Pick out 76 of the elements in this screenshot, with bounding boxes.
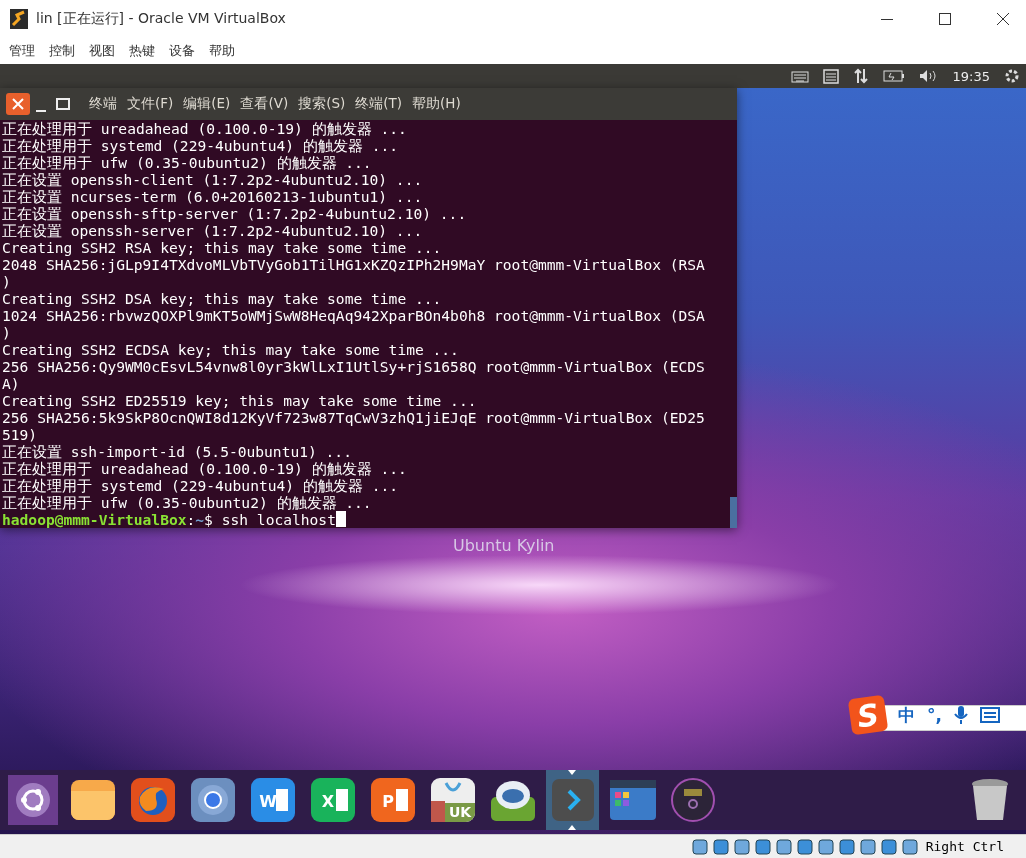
menu-item[interactable]: 搜索(S) xyxy=(293,95,351,113)
volume-icon[interactable] xyxy=(918,69,939,83)
close-icon xyxy=(997,13,1009,25)
ime-punctuation[interactable]: °, xyxy=(927,705,942,725)
keyboard-icon[interactable] xyxy=(979,707,1000,723)
menu-item[interactable]: 视图 xyxy=(82,42,122,60)
terminal-line: 正在设置 openssh-server (1:7.2p2-4ubuntu2.10) ... xyxy=(2,222,424,239)
menu-item[interactable]: 编辑(E) xyxy=(178,95,236,113)
terminal-line: 正在处理用于 ureadahead (0.100.0-19) 的触发器 ... xyxy=(2,120,408,137)
terminal-line: 正在设置 ssh-import-id (5.5-0ubuntu1) ... xyxy=(2,443,353,460)
disc-icon xyxy=(669,777,716,823)
terminal-line: Creating SSH2 ECDSA key; this may take some time ... xyxy=(2,341,460,358)
scrollbar-thumb[interactable] xyxy=(730,497,737,528)
terminal-line: 正在设置 openssh-client (1:7.2p2-4ubuntu2.10) ... xyxy=(2,171,424,188)
menu-item[interactable]: 设备 xyxy=(162,42,202,60)
ubuntu-logo-icon xyxy=(7,775,58,825)
terminal-line: 正在设置 ncurses-term (6.0+20160213-1ubuntu1) ... xyxy=(2,188,424,205)
clock[interactable]: 19:35 xyxy=(952,68,990,84)
menu-item[interactable]: 热键 xyxy=(122,42,162,60)
maximize-icon xyxy=(939,13,951,25)
terminal-line: Creating SSH2 RSA key; this may take some time ... xyxy=(2,239,443,256)
window-title: lin [正在运行] - Oracle VM VirtualBox xyxy=(36,10,287,28)
terminal-line: 1024 SHA256:rbvwzQOXPl9mKT5oWMjSwW8HeqAq942XparBOn4b0h8 root@mmm-VirtualBox (DSA xyxy=(2,307,706,324)
terminal-line: 正在处理用于 systemd (229-4ubuntu4) 的触发器 ... xyxy=(2,137,399,154)
prompt-separator: : xyxy=(186,511,196,528)
close-button[interactable] xyxy=(6,93,30,115)
calendar-icon[interactable] xyxy=(822,68,839,84)
prompt-user-host: hadoop@mmm-VirtualBox xyxy=(2,511,187,528)
maximize-icon xyxy=(56,98,70,110)
minimize-icon xyxy=(881,18,893,20)
trash-icon[interactable] xyxy=(970,778,1010,822)
menu-item[interactable]: 管理 xyxy=(2,42,42,60)
terminal-line: 256 SHA256:5k9SkP8OcnQWI8d12KyVf723w87TqCwV3zhQ1jiEJqE root@mmm-VirtualBox (ED25 xyxy=(2,409,706,426)
terminal-app-icon xyxy=(550,778,595,822)
menu-item[interactable]: 终端(T) xyxy=(350,95,408,113)
app-name: 终端 xyxy=(88,95,118,113)
document-app-icon: W xyxy=(249,777,296,823)
slides-app-icon: P xyxy=(369,777,416,823)
microphone-icon[interactable] xyxy=(953,705,968,725)
browser-icon xyxy=(189,777,236,823)
keyboard-icon[interactable] xyxy=(790,69,809,83)
shopping-bag-icon: UK xyxy=(429,777,476,823)
command-text: ssh localhost xyxy=(220,511,336,528)
menu-item[interactable]: 帮助(H) xyxy=(407,95,466,113)
virtualbox-logo-icon xyxy=(10,9,28,29)
menu-item[interactable]: 控制 xyxy=(42,42,82,60)
close-icon xyxy=(12,98,24,110)
menu-item[interactable]: 帮助 xyxy=(202,42,242,60)
spreadsheet-app-icon: X xyxy=(309,777,356,823)
battery-icon[interactable] xyxy=(882,70,905,82)
power-gear-icon[interactable] xyxy=(1004,68,1020,84)
prompt-symbol: $ xyxy=(204,511,213,528)
terminal-line: 正在设置 openssh-sftp-server (1:7.2p2-4ubuntu2.10) ... xyxy=(2,205,468,222)
terminal-line: Creating SSH2 DSA key; this may take some time ... xyxy=(2,290,443,307)
terminal-line: ) xyxy=(2,273,12,290)
terminal-line: 256 SHA256:Qy9WM0cEsvL54vnw8l0yr3kWlLxI1UtlSy+rjS1658Q root@mmm-VirtualBox (ECDS xyxy=(2,358,706,375)
terminal-line: Creating SSH2 ED25519 key; this may take some time ... xyxy=(2,392,478,409)
desktop-label: Ubuntu Kylin xyxy=(453,536,555,555)
terminal-line: 正在处理用于 ufw (0.35-0ubuntu2) 的触发器 ... xyxy=(2,154,373,171)
menu-item[interactable]: 文件(F) xyxy=(122,95,179,113)
terminal-line: 正在处理用于 ureadahead (0.100.0-19) 的触发器 ... xyxy=(2,460,408,477)
terminal-line: 正在处理用于 ufw (0.35-0ubuntu2) 的触发器 ... xyxy=(2,494,373,511)
host-key-label: Right Ctrl xyxy=(925,839,1004,854)
window-app-icon xyxy=(608,779,657,821)
fox-globe-icon xyxy=(129,777,176,823)
terminal-line: 正在处理用于 systemd (229-4ubuntu4) 的触发器 ... xyxy=(2,477,399,494)
terminal-line: 519) xyxy=(2,426,39,443)
ime-mode[interactable]: 中 xyxy=(898,703,915,727)
minimize-icon xyxy=(36,110,46,112)
terminal-line: A) xyxy=(2,375,21,392)
menu-item[interactable]: 查看(V) xyxy=(235,95,294,113)
terminal-line: 2048 SHA256:jGLp9I4TXdvoMLVbTVyGob1TilHG1xKZQzIPh2H9MaY root@mmm-VirtualBox (RSA xyxy=(2,256,706,273)
text-cursor xyxy=(335,511,346,527)
terminal-line: ) xyxy=(2,324,12,341)
prompt-path: ~ xyxy=(195,511,205,528)
up-down-arrows-icon[interactable] xyxy=(852,68,869,84)
